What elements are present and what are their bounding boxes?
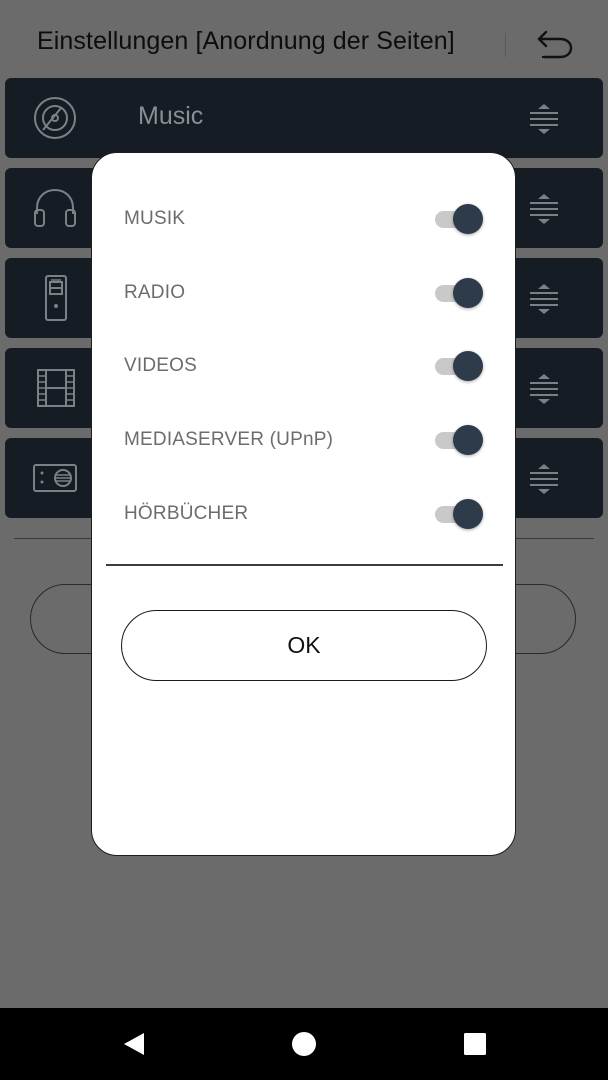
drag-handle-icon[interactable] xyxy=(527,192,561,226)
toggle-label-hoerbuecher: HÖRBÜCHER xyxy=(124,503,249,524)
row-label-music: Music xyxy=(138,102,204,130)
page-title: Einstellungen [Anordnung der Seiten] xyxy=(37,27,455,55)
headphones-icon xyxy=(27,182,83,234)
drag-handle-icon[interactable] xyxy=(527,372,561,406)
drag-handle-icon[interactable] xyxy=(527,462,561,496)
recents-square-icon[interactable] xyxy=(461,1030,489,1058)
undo-arrow-icon xyxy=(537,30,573,59)
toggle-label-mediaserver: MEDIASERVER (UPnP) xyxy=(124,429,334,450)
toggle-row-videos[interactable]: VIDEOS xyxy=(92,341,515,391)
toggle-knob xyxy=(453,425,483,455)
header-divider xyxy=(505,33,506,57)
back-triangle-icon[interactable] xyxy=(120,1030,148,1058)
media-player-icon xyxy=(27,272,83,324)
dialog-divider xyxy=(106,564,503,566)
film-icon xyxy=(27,362,83,414)
system-nav-bar xyxy=(0,1008,608,1080)
drag-handle-icon[interactable] xyxy=(527,102,561,136)
toggle-switch-musik[interactable] xyxy=(433,203,485,235)
app-header: Einstellungen [Anordnung der Seiten] xyxy=(0,0,608,90)
toggle-label-videos: VIDEOS xyxy=(124,355,197,376)
back-button[interactable] xyxy=(530,22,580,66)
toggle-row-radio[interactable]: RADIO xyxy=(92,268,515,318)
page-visibility-dialog: MUSIK RADIO VIDEOS MEDIASERVER (UPnP) HÖ… xyxy=(91,152,516,856)
toggle-row-mediaserver[interactable]: MEDIASERVER (UPnP) xyxy=(92,415,515,465)
toggle-row-hoerbuecher[interactable]: HÖRBÜCHER xyxy=(92,489,515,539)
ok-button[interactable]: OK xyxy=(121,610,487,681)
page-row-music[interactable]: Music xyxy=(5,78,603,158)
toggle-row-musik[interactable]: MUSIK xyxy=(92,194,515,244)
toggle-knob xyxy=(453,351,483,381)
toggle-label-musik: MUSIK xyxy=(124,208,186,229)
toggle-knob xyxy=(453,204,483,234)
toggle-knob xyxy=(453,499,483,529)
drag-handle-icon[interactable] xyxy=(527,282,561,316)
toggle-knob xyxy=(453,278,483,308)
toggle-switch-videos[interactable] xyxy=(433,350,485,382)
radio-icon xyxy=(27,452,83,504)
toggle-switch-hoerbuecher[interactable] xyxy=(433,498,485,530)
toggle-switch-radio[interactable] xyxy=(433,277,485,309)
home-circle-icon[interactable] xyxy=(290,1030,318,1058)
disc-icon xyxy=(27,92,83,144)
toggle-switch-mediaserver[interactable] xyxy=(433,424,485,456)
toggle-label-radio: RADIO xyxy=(124,282,186,303)
